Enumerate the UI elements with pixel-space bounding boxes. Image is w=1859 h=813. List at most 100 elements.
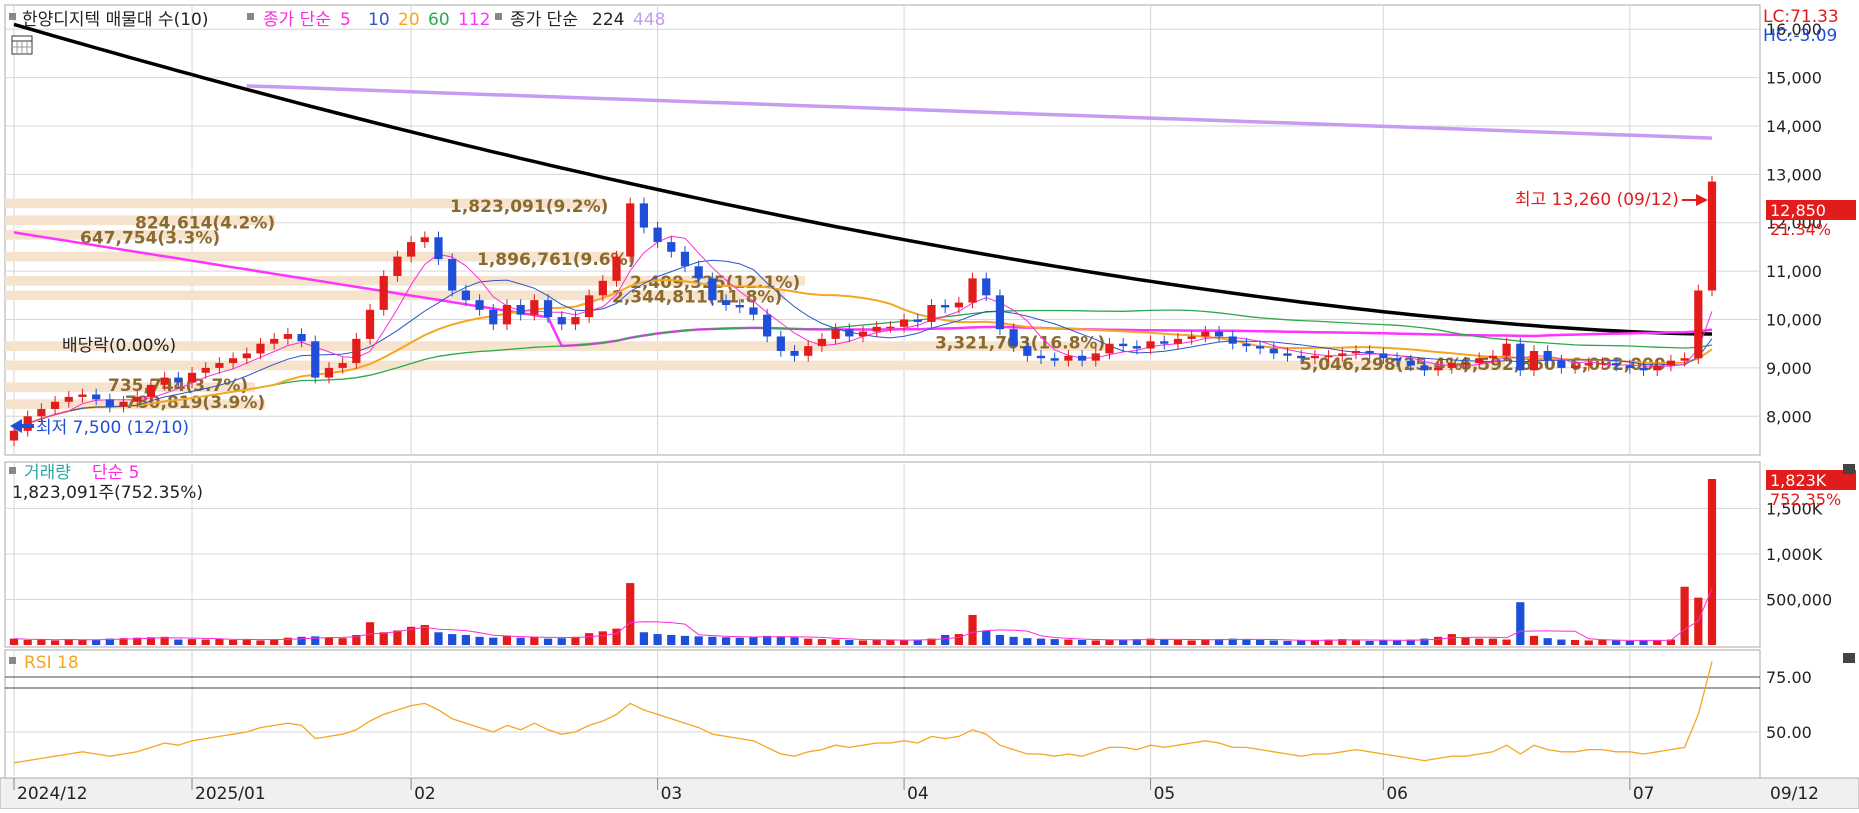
- candle-body: [1447, 363, 1456, 368]
- dividend-label: 배당락(0.00%): [62, 336, 176, 356]
- candle-body: [680, 251, 690, 267]
- candle-body: [776, 336, 785, 351]
- volume-bar: [1612, 640, 1621, 645]
- candle-body: [311, 341, 320, 378]
- price-tick-label: 8,000: [1766, 407, 1812, 426]
- volume-bar: [242, 639, 251, 645]
- volume-profile-label: 1,896,761(9.6%): [477, 250, 635, 270]
- candle-body: [694, 266, 703, 279]
- volume-bar: [1447, 634, 1456, 645]
- candle-body: [557, 317, 566, 325]
- candle-body: [1612, 363, 1621, 366]
- last-volume-change: 752.35%: [1770, 490, 1841, 509]
- volume-bar: [1077, 639, 1087, 645]
- volume-panel: [4, 461, 1761, 648]
- candle-body: [407, 242, 416, 257]
- candle-body: [365, 309, 375, 339]
- volume-bar: [448, 634, 457, 645]
- candle-body: [1461, 363, 1470, 365]
- candle-body: [9, 430, 19, 441]
- candle-body: [1091, 353, 1100, 361]
- volume-bar: [23, 639, 32, 645]
- last-volume: 1,823K: [1770, 471, 1827, 490]
- candle-body: [1023, 346, 1032, 356]
- volume-bar: [1105, 639, 1114, 645]
- candle-body: [1516, 343, 1525, 371]
- candle-body: [297, 334, 306, 342]
- candle-body: [105, 399, 114, 407]
- candle-body: [1351, 350, 1361, 354]
- volume-bar: [749, 636, 758, 645]
- high-label: 최고 13,260 (09/12): [1515, 190, 1679, 210]
- volume-bar: [1283, 640, 1292, 645]
- volume-bar: [1379, 640, 1388, 645]
- chart-canvas[interactable]: 1,823,091(9.2%)824,614(4.2%)647,754(3.3%…: [0, 0, 1859, 810]
- volume-bar: [968, 614, 977, 645]
- candle-body: [817, 338, 827, 347]
- volume-bar: [489, 637, 498, 645]
- candle-body: [270, 338, 279, 344]
- candle-body: [256, 343, 265, 354]
- candle-body: [1160, 341, 1169, 344]
- candle-body: [763, 314, 772, 337]
- candle-body: [516, 305, 525, 315]
- candle-body: [1475, 358, 1484, 364]
- volume-bar: [1160, 639, 1169, 645]
- volume-close-icon[interactable]: [1843, 464, 1855, 474]
- x-tick-label: 07: [1633, 784, 1655, 804]
- volume-bar: [1091, 640, 1100, 645]
- volume-bar: [1557, 639, 1566, 645]
- candle-body: [1310, 355, 1319, 359]
- volume-ma-label: 단순 5: [92, 463, 140, 483]
- volume-bar: [941, 634, 950, 645]
- hc-label: HC:-3.09: [1763, 26, 1837, 46]
- candle-body: [50, 401, 60, 410]
- volume-profile-label: 1,823,091(9.2%): [450, 197, 608, 217]
- volume-bar: [37, 639, 46, 645]
- candle-body: [1420, 365, 1429, 371]
- x-axis-band: [0, 777, 1859, 810]
- volume-bar: [1351, 640, 1361, 645]
- candle-body: [1707, 181, 1717, 291]
- volume-bar: [1529, 635, 1539, 645]
- low-label: 최저 7,500 (12/10): [36, 418, 189, 438]
- volume-bar: [1488, 638, 1498, 645]
- x-tick-label: 04: [907, 784, 929, 804]
- volume-bar: [886, 639, 895, 645]
- candle-body: [845, 329, 854, 337]
- volume-bar: [50, 640, 60, 645]
- volume-bar: [1639, 640, 1648, 645]
- candle-body: [434, 237, 443, 260]
- legend-toggle-box[interactable]: [9, 13, 16, 20]
- x-tick-label: 03: [661, 784, 683, 804]
- y-axes: 16,00015,00014,00013,00012,00011,00010,0…: [1766, 20, 1832, 742]
- indicator-title[interactable]: 한양디지텍 매물대 수(10): [22, 10, 208, 30]
- rsi-close-icon[interactable]: [1843, 653, 1855, 663]
- volume-tick-label: 1,000K: [1766, 545, 1823, 564]
- candle-body: [831, 329, 840, 339]
- volume-bar: [338, 638, 347, 645]
- candle-body: [1680, 358, 1689, 361]
- volume-bar: [995, 634, 1005, 645]
- volume-bar: [78, 639, 87, 645]
- candle-body: [1228, 336, 1237, 344]
- candle-body: [1488, 355, 1498, 359]
- volume-bar: [1584, 640, 1593, 645]
- volume-bar: [1516, 602, 1525, 645]
- candle-body: [352, 338, 361, 364]
- price-tick-label: 11,000: [1766, 262, 1822, 281]
- candle-body: [626, 203, 635, 257]
- candle-body: [1256, 346, 1265, 349]
- candle-body: [1598, 363, 1607, 365]
- candle-body: [92, 394, 101, 400]
- last-price: 12,850: [1770, 201, 1826, 220]
- ma448-label: 448: [633, 10, 665, 30]
- volume-bar: [954, 634, 963, 645]
- volume-bar: [543, 638, 553, 645]
- candle-body: [1242, 343, 1251, 347]
- candle-body: [790, 350, 799, 356]
- volume-bar: [393, 630, 402, 645]
- candle-body: [1119, 343, 1128, 347]
- volume-bar: [790, 637, 799, 645]
- candle-body: [1639, 367, 1648, 371]
